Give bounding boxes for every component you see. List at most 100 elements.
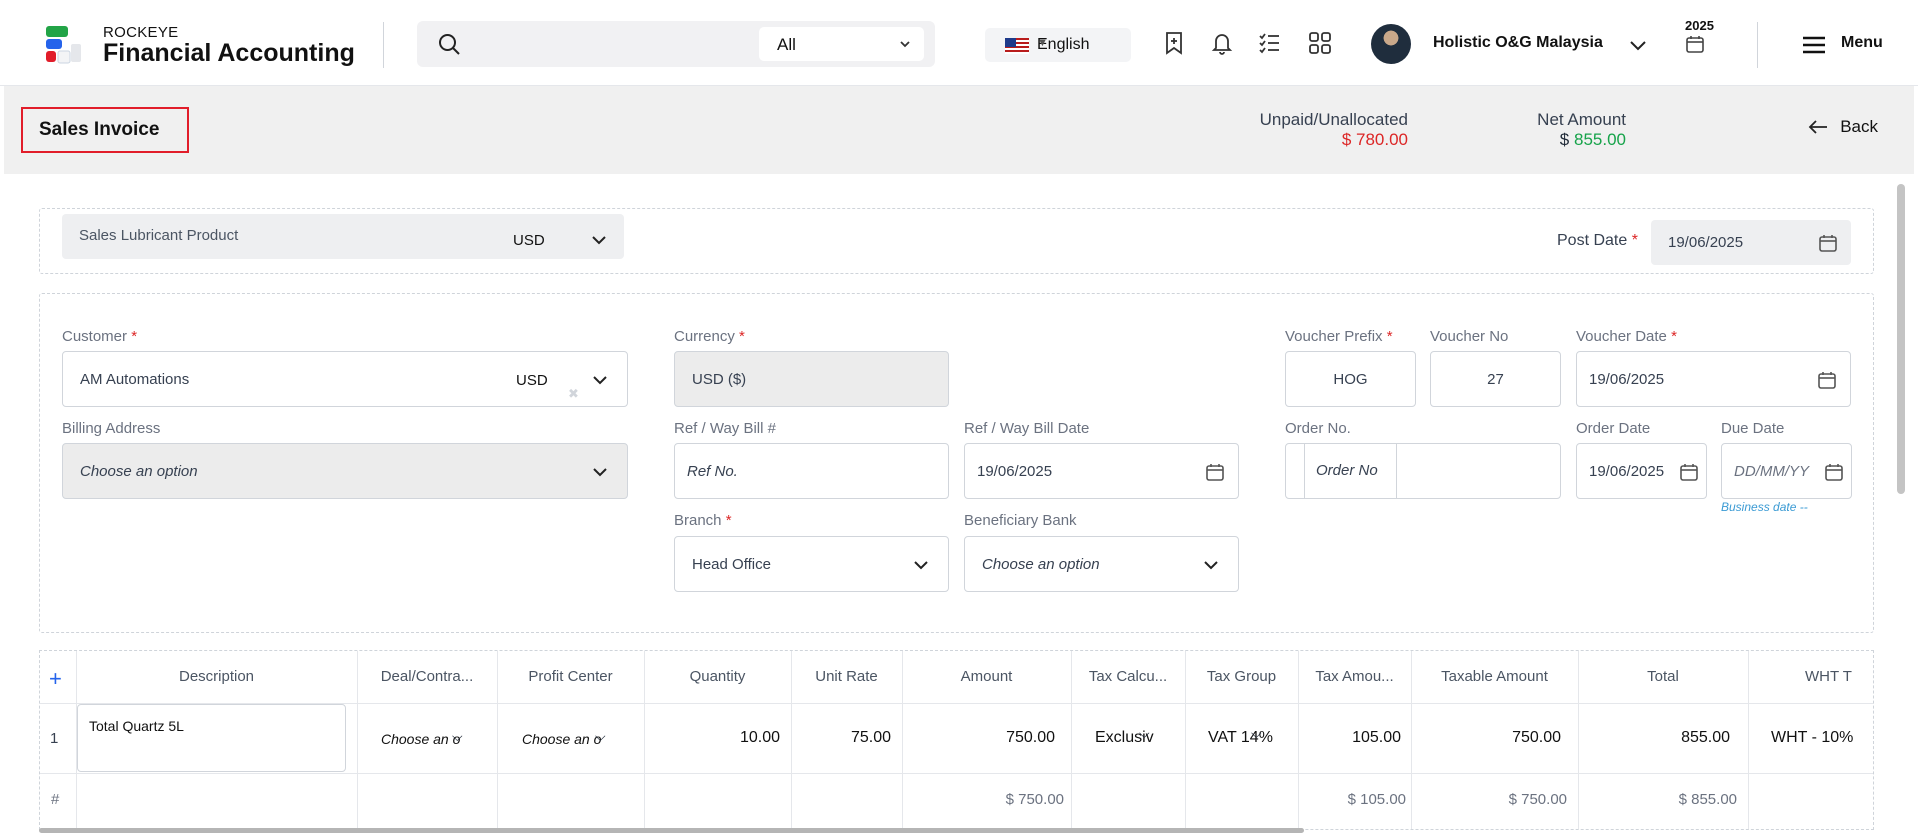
due-date-placeholder: DD/MM/YY (1734, 462, 1809, 480)
branch-label: Branch * (674, 512, 732, 529)
checklist-icon[interactable] (1257, 30, 1283, 56)
tax-group-select[interactable]: VAT 14% (1208, 729, 1273, 747)
col-header-tax-group[interactable]: Tax Group (1185, 668, 1298, 685)
profit-center-select[interactable]: Choose an o (522, 731, 602, 747)
app-logo-icon[interactable] (44, 24, 84, 66)
business-date-note: Business date -- (1721, 500, 1808, 514)
search-scope-select[interactable]: All (759, 27, 924, 61)
chevron-down-icon (592, 236, 606, 245)
app-title: Financial Accounting (103, 39, 355, 67)
col-header-profit-center[interactable]: Profit Center (497, 668, 644, 685)
col-header-unit-rate[interactable]: Unit Rate (791, 668, 902, 685)
customer-currency: USD (516, 372, 548, 389)
top-bar: ROCKEYE Financial Accounting All English… (0, 0, 1918, 86)
currency-label: Currency * (674, 328, 745, 345)
due-date-field[interactable]: DD/MM/YY (1721, 443, 1852, 499)
unpaid-value: $ 780.00 (1341, 130, 1408, 149)
voucher-no-value: 27 (1487, 370, 1504, 388)
beneficiary-bank-label: Beneficiary Bank (964, 512, 1077, 529)
order-no-input[interactable]: Order No (1316, 462, 1394, 479)
back-label: Back (1840, 117, 1878, 136)
order-date-field[interactable]: 19/06/2025 (1576, 443, 1707, 499)
chevron-down-icon: ⌵ (1139, 725, 1150, 741)
customer-label: Customer * (62, 328, 138, 345)
grid-horizontal-scrollbar[interactable] (39, 828, 1304, 833)
calendar-icon[interactable] (1678, 461, 1700, 483)
menu-button[interactable]: Menu (1841, 34, 1883, 52)
divider (1757, 22, 1758, 68)
apps-grid-icon[interactable] (1307, 30, 1333, 56)
voucher-template-select[interactable]: Sales Lubricant Product USD (62, 214, 624, 259)
search-icon[interactable] (437, 32, 461, 56)
calendar-icon[interactable] (1816, 369, 1838, 391)
bell-icon[interactable] (1209, 30, 1235, 56)
hamburger-icon[interactable] (1802, 35, 1826, 55)
quantity-value[interactable]: 10.00 (644, 729, 780, 747)
net-currency: $ (1559, 130, 1570, 149)
add-bookmark-icon[interactable] (1161, 30, 1187, 56)
description-input[interactable]: Total Quartz 5L (77, 704, 346, 772)
chevron-down-icon (900, 41, 910, 48)
ref-date-label: Ref / Way Bill Date (964, 420, 1090, 437)
due-date-label: Due Date (1721, 420, 1785, 437)
row-index: 1 (50, 730, 59, 747)
deal-select[interactable]: Choose an o (381, 731, 461, 747)
calendar-icon[interactable] (1204, 461, 1226, 483)
ref-input[interactable]: Ref No. (674, 443, 949, 499)
chevron-down-icon[interactable] (1627, 34, 1649, 56)
page-header: Sales Invoice Unpaid/Unallocated $ 780.0… (4, 86, 1914, 174)
back-button[interactable]: Back (1808, 117, 1878, 137)
taxable-amount-value: 750.00 (1512, 729, 1561, 746)
branch-select[interactable]: Head Office (674, 536, 949, 592)
template-value: Sales Lubricant Product (79, 227, 239, 244)
page-scrollbar[interactable] (1897, 184, 1905, 494)
avatar[interactable] (1371, 24, 1411, 64)
net-amount-label: Net Amount (1537, 110, 1626, 129)
voucher-date-label: Voucher Date * (1576, 328, 1677, 345)
voucher-no-field[interactable]: 27 (1430, 351, 1561, 407)
col-header-deal[interactable]: Deal/Contra... (357, 668, 497, 685)
col-header-wht[interactable]: WHT T (1805, 668, 1852, 685)
company-name[interactable]: Holistic O&G Malaysia (1433, 34, 1603, 52)
wht-select[interactable]: WHT - 10% (1771, 729, 1853, 747)
ref-date-field[interactable]: 19/06/2025 (964, 443, 1239, 499)
voucher-date-field[interactable]: 19/06/2025 (1576, 351, 1851, 407)
calendar-icon[interactable] (1823, 461, 1845, 483)
billing-address-label: Billing Address (62, 420, 161, 437)
us-flag-icon (1005, 38, 1029, 54)
divider (383, 22, 384, 68)
add-row-button[interactable]: + (49, 666, 62, 692)
calendar-icon[interactable] (1684, 33, 1706, 55)
voucher-no-label: Voucher No (1430, 328, 1509, 345)
customer-select[interactable]: AM Automations USD ✖ (62, 351, 628, 407)
line-items-grid: + Description Deal/Contra... Profit Cent… (39, 650, 1874, 830)
col-header-quantity[interactable]: Quantity (644, 668, 791, 685)
col-header-total[interactable]: Total (1578, 668, 1748, 685)
beneficiary-bank-placeholder: Choose an option (982, 555, 1100, 573)
unit-rate-value[interactable]: 75.00 (791, 729, 891, 747)
template-currency: USD (513, 232, 545, 249)
language-select[interactable]: English ▼ (985, 28, 1131, 62)
chevron-down-icon: ⌵ (452, 728, 463, 744)
post-date-field[interactable]: 19/06/2025 (1651, 220, 1851, 265)
chevron-down-icon (593, 376, 607, 385)
col-header-tax-calc[interactable]: Tax Calcu... (1071, 668, 1185, 685)
total-amount-sum: $ 750.00 (1005, 791, 1064, 808)
global-search[interactable]: All (417, 21, 935, 67)
beneficiary-bank-select[interactable]: Choose an option (964, 536, 1239, 592)
col-header-amount[interactable]: Amount (902, 668, 1071, 685)
col-header-tax-amount[interactable]: Tax Amou... (1298, 668, 1411, 685)
clear-icon[interactable]: ✖ (568, 386, 579, 402)
chevron-down-icon (914, 561, 928, 570)
order-date-label: Order Date (1576, 420, 1651, 437)
col-header-description[interactable]: Description (76, 668, 357, 685)
branch-value: Head Office (692, 555, 771, 573)
net-amount-summary: Net Amount $ 855.00 (1474, 110, 1626, 150)
col-header-taxable-amount[interactable]: Taxable Amount (1411, 668, 1578, 685)
calendar-icon[interactable] (1817, 232, 1839, 254)
billing-address-select[interactable]: Choose an option (62, 443, 628, 499)
customer-value: AM Automations (80, 370, 190, 388)
currency-field: USD ($) (674, 351, 949, 407)
description-value: Total Quartz 5L (89, 718, 184, 734)
voucher-prefix-field[interactable]: HOG (1285, 351, 1416, 407)
